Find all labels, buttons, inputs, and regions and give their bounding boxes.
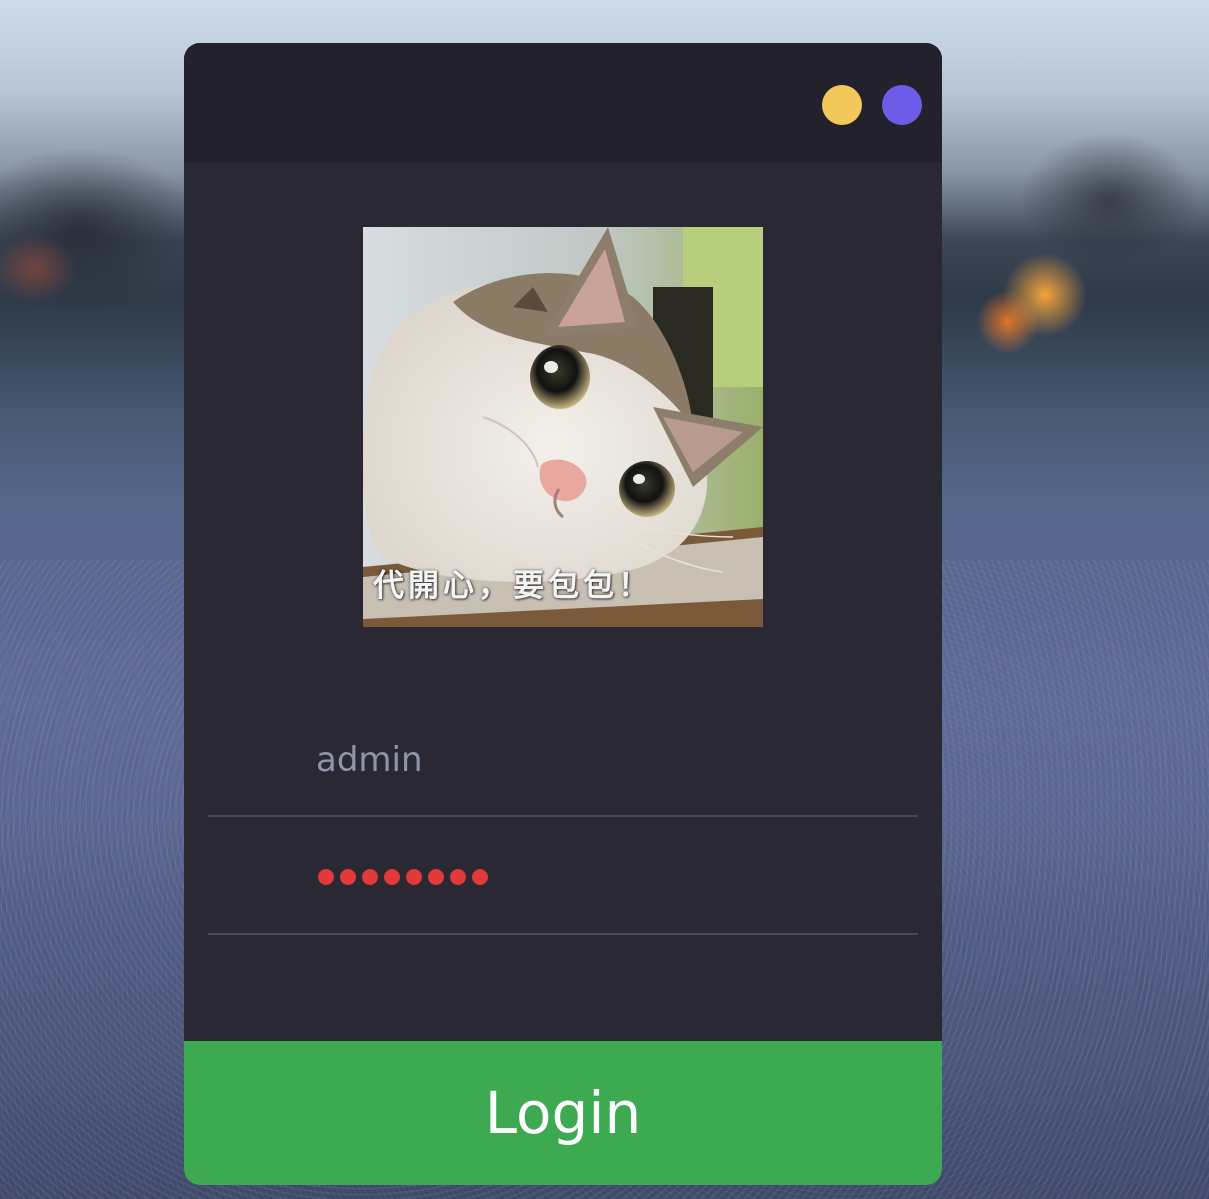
login-card: 代開心，要包包！ Login	[184, 43, 942, 1185]
username-field	[208, 699, 918, 817]
password-mask-dot	[362, 869, 378, 885]
password-mask-dot	[472, 869, 488, 885]
window-maximize-dot[interactable]	[882, 85, 922, 125]
password-mask-dot	[450, 869, 466, 885]
password-mask-dot	[428, 869, 444, 885]
window-minimize-dot[interactable]	[822, 85, 862, 125]
password-field	[208, 817, 918, 935]
password-mask-dot	[384, 869, 400, 885]
avatar-image: 代開心，要包包！	[363, 227, 763, 627]
avatar-caption: 代開心，要包包！	[373, 568, 653, 604]
window-titlebar	[184, 43, 942, 163]
password-mask-dot	[340, 869, 356, 885]
password-mask-dot	[318, 869, 334, 885]
password-mask-dot	[406, 869, 422, 885]
login-button[interactable]: Login	[184, 1041, 942, 1185]
username-input[interactable]	[316, 735, 876, 785]
password-input[interactable]	[318, 869, 488, 889]
